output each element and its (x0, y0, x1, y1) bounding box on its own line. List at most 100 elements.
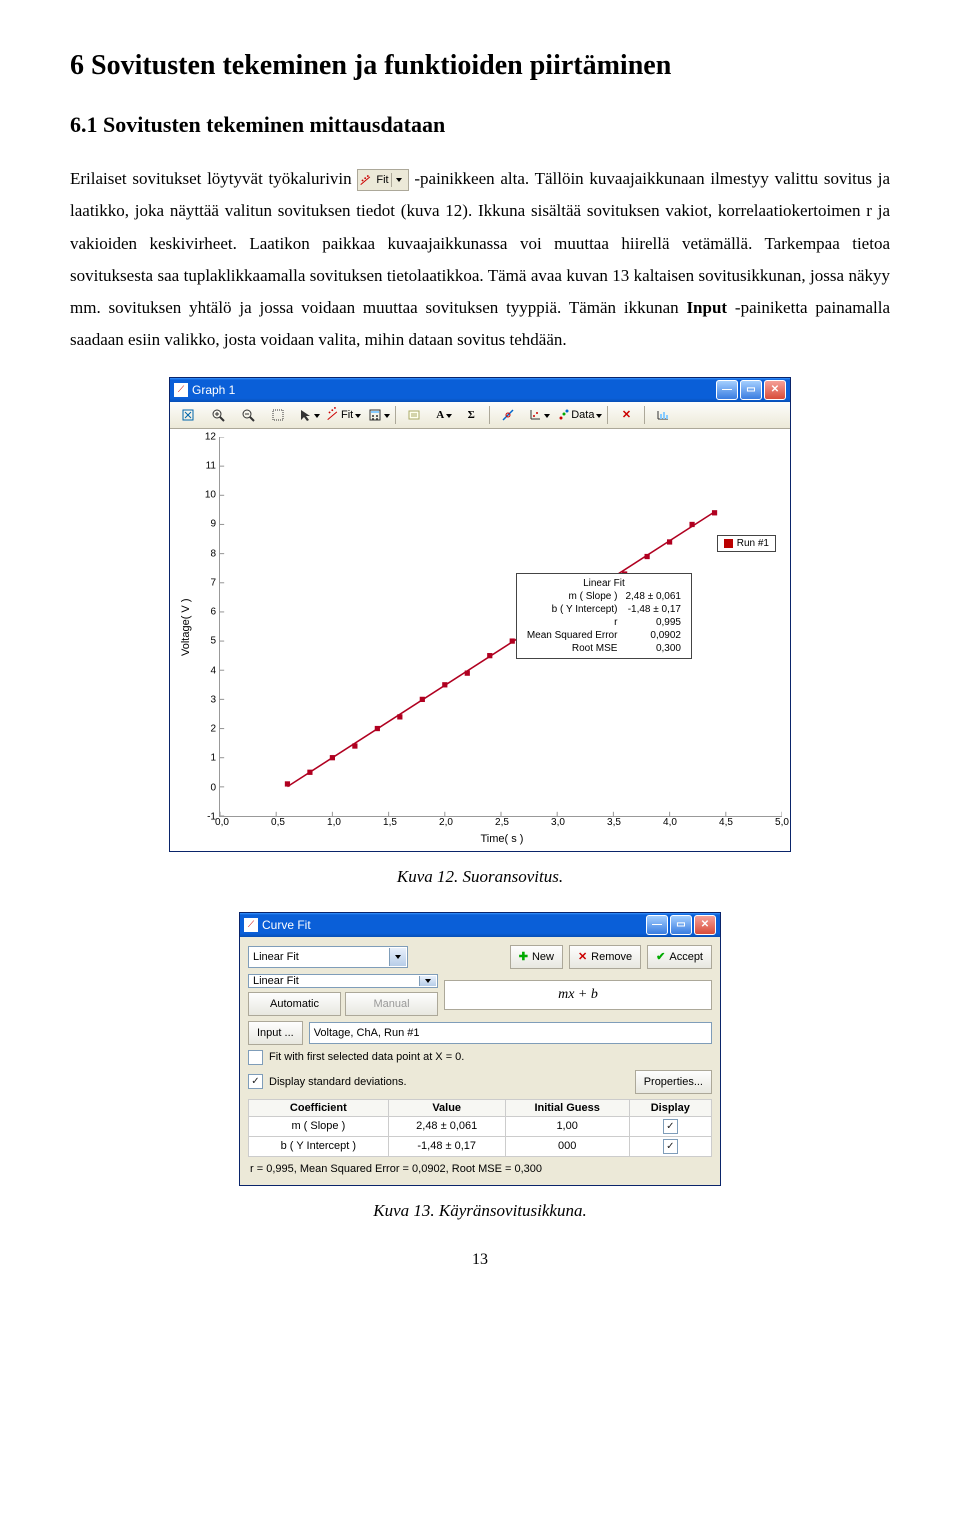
x-icon: ✕ (578, 950, 587, 963)
fit-button-inline[interactable]: Fit (357, 169, 408, 191)
x-tick: 0,0 (215, 817, 229, 828)
table-header: Coefficient (249, 1099, 389, 1116)
zoom-in-button[interactable] (204, 404, 232, 426)
curvefit-window: ⟋ Curve Fit — ▭ ✕ Linear Fit ✚ New ✕ Remov… (239, 912, 721, 1186)
plus-icon: ✚ (519, 950, 528, 963)
note-button[interactable] (400, 404, 428, 426)
accept-button[interactable]: ✔ Accept (647, 945, 712, 969)
y-tick: 11 (206, 461, 216, 472)
autoscale-button[interactable] (174, 404, 202, 426)
y-tick: 4 (210, 665, 216, 676)
figure-caption-12: Kuva 12. Suoransovitus. (70, 867, 890, 887)
manual-button: Manual (345, 992, 438, 1016)
input-button[interactable]: Input ... (248, 1021, 303, 1045)
maximize-button[interactable]: ▭ (670, 915, 692, 935)
checkbox-stddev[interactable]: ✓ (248, 1074, 263, 1089)
legend[interactable]: Run #1 (717, 535, 776, 552)
x-tick: 2,5 (495, 817, 509, 828)
minimize-button[interactable]: — (716, 380, 738, 400)
chevron-down-icon (596, 409, 602, 421)
y-tick: 10 (205, 490, 216, 501)
chevron-down-icon (389, 948, 406, 966)
para-text-a: Erilaiset sovitukset löytyvät työkaluriv… (70, 169, 357, 188)
fit-status-line: r = 0,995, Mean Squared Error = 0,0902, … (248, 1161, 712, 1177)
remove-button[interactable]: ✕ Remove (569, 945, 641, 969)
display-checkbox[interactable]: ✓ (663, 1139, 678, 1154)
titlebar[interactable]: ⟋ Curve Fit — ▭ ✕ (240, 913, 720, 937)
zoom-select-button[interactable] (264, 404, 292, 426)
fit-type-combo[interactable]: Linear Fit (248, 974, 438, 988)
y-tick: 7 (210, 577, 216, 588)
y-tick: 0 (210, 782, 216, 793)
curvefit-icon: ⟋ (244, 918, 258, 932)
window-title: Curve Fit (262, 918, 311, 932)
x-tick: 3,0 (551, 817, 565, 828)
formula-display: mx + b (444, 980, 712, 1010)
close-button[interactable]: ✕ (764, 380, 786, 400)
heading-1: 6 Sovitusten tekeminen ja funktioiden pi… (70, 50, 890, 82)
plot-area[interactable]: Voltage( V ) -10123456789101112 Run #1 L… (170, 429, 790, 851)
x-tick: 4,0 (663, 817, 677, 828)
display-checkbox[interactable]: ✓ (663, 1119, 678, 1134)
data-dropdown-label: Data (571, 409, 594, 421)
fit-info-box[interactable]: Linear Fit m ( Slope )2,48 ± 0,061b ( Y … (516, 573, 692, 659)
new-button[interactable]: ✚ New (510, 945, 563, 969)
y-axis: -10123456789101112 (194, 437, 219, 817)
calc-tool-button[interactable] (364, 404, 391, 426)
remove-label: Remove (591, 951, 632, 963)
y-tick: 2 (210, 724, 216, 735)
zoom-out-button[interactable] (234, 404, 262, 426)
fit-name-value: Linear Fit (253, 951, 299, 963)
y-tick: 1 (210, 753, 216, 764)
table-header: Display (629, 1099, 711, 1116)
properties-button[interactable]: Properties... (635, 1070, 712, 1094)
settings-button[interactable] (649, 404, 677, 426)
y-tick: 3 (210, 694, 216, 705)
slope-tool-button[interactable] (494, 404, 522, 426)
cursor-tool-button[interactable] (294, 404, 321, 426)
fit-name-combo[interactable]: Linear Fit (248, 946, 408, 968)
chevron-down-icon (355, 409, 361, 421)
legend-marker (724, 539, 733, 548)
x-axis-label: Time( s ) (222, 833, 782, 845)
x-tick: 1,5 (383, 817, 397, 828)
x-tick: 2,0 (439, 817, 453, 828)
graph-icon: ⟋ (174, 383, 188, 397)
legend-label: Run #1 (737, 538, 769, 549)
maximize-button[interactable]: ▭ (740, 380, 762, 400)
text-tool-button[interactable]: A (430, 404, 455, 426)
x-tick: 0,5 (271, 817, 285, 828)
accept-label: Accept (669, 951, 703, 963)
input-source-value: Voltage, ChA, Run #1 (314, 1027, 420, 1039)
y-tick: 9 (210, 519, 216, 530)
data-dropdown-button[interactable]: Data (553, 404, 603, 426)
para-text-b: -painikkeen alta. Tällöin kuvaajaikkunaa… (70, 169, 890, 317)
checkbox-stddev-label: Display standard deviations. (269, 1076, 407, 1088)
x-tick: 5,0 (775, 817, 789, 828)
check-icon: ✔ (656, 950, 665, 963)
y-axis-label: Voltage( V ) (178, 437, 194, 817)
y-tick: 12 (205, 431, 216, 442)
x-tick: 1,0 (327, 817, 341, 828)
fit-tool-label: Fit (341, 409, 353, 421)
checkbox-first-point[interactable] (248, 1050, 263, 1065)
delete-button[interactable]: ✕ (612, 404, 640, 426)
fit-tool-button[interactable]: Fit (323, 404, 362, 426)
close-button[interactable]: ✕ (694, 915, 716, 935)
x-tick: 3,5 (607, 817, 621, 828)
y-tick: 6 (210, 607, 216, 618)
heading-2: 6.1 Sovitusten tekeminen mittausdataan (70, 112, 890, 138)
checkbox-first-point-label: Fit with first selected data point at X … (269, 1051, 464, 1063)
minimize-button[interactable]: — (646, 915, 668, 935)
input-source-combo[interactable]: Voltage, ChA, Run #1 (309, 1022, 712, 1044)
graph-canvas[interactable]: Run #1 Linear Fit m ( Slope )2,48 ± 0,06… (219, 437, 782, 817)
automatic-button[interactable]: Automatic (248, 992, 341, 1016)
new-label: New (532, 951, 554, 963)
chevron-down-icon (446, 409, 452, 421)
fit-info-title: Linear Fit (523, 577, 685, 590)
titlebar[interactable]: ⟋ Graph 1 — ▭ ✕ (170, 378, 790, 402)
chevron-down-icon (314, 409, 320, 421)
axis-tool-button[interactable] (524, 404, 551, 426)
chevron-down-icon (391, 173, 406, 187)
stats-button[interactable]: Σ (457, 404, 485, 426)
